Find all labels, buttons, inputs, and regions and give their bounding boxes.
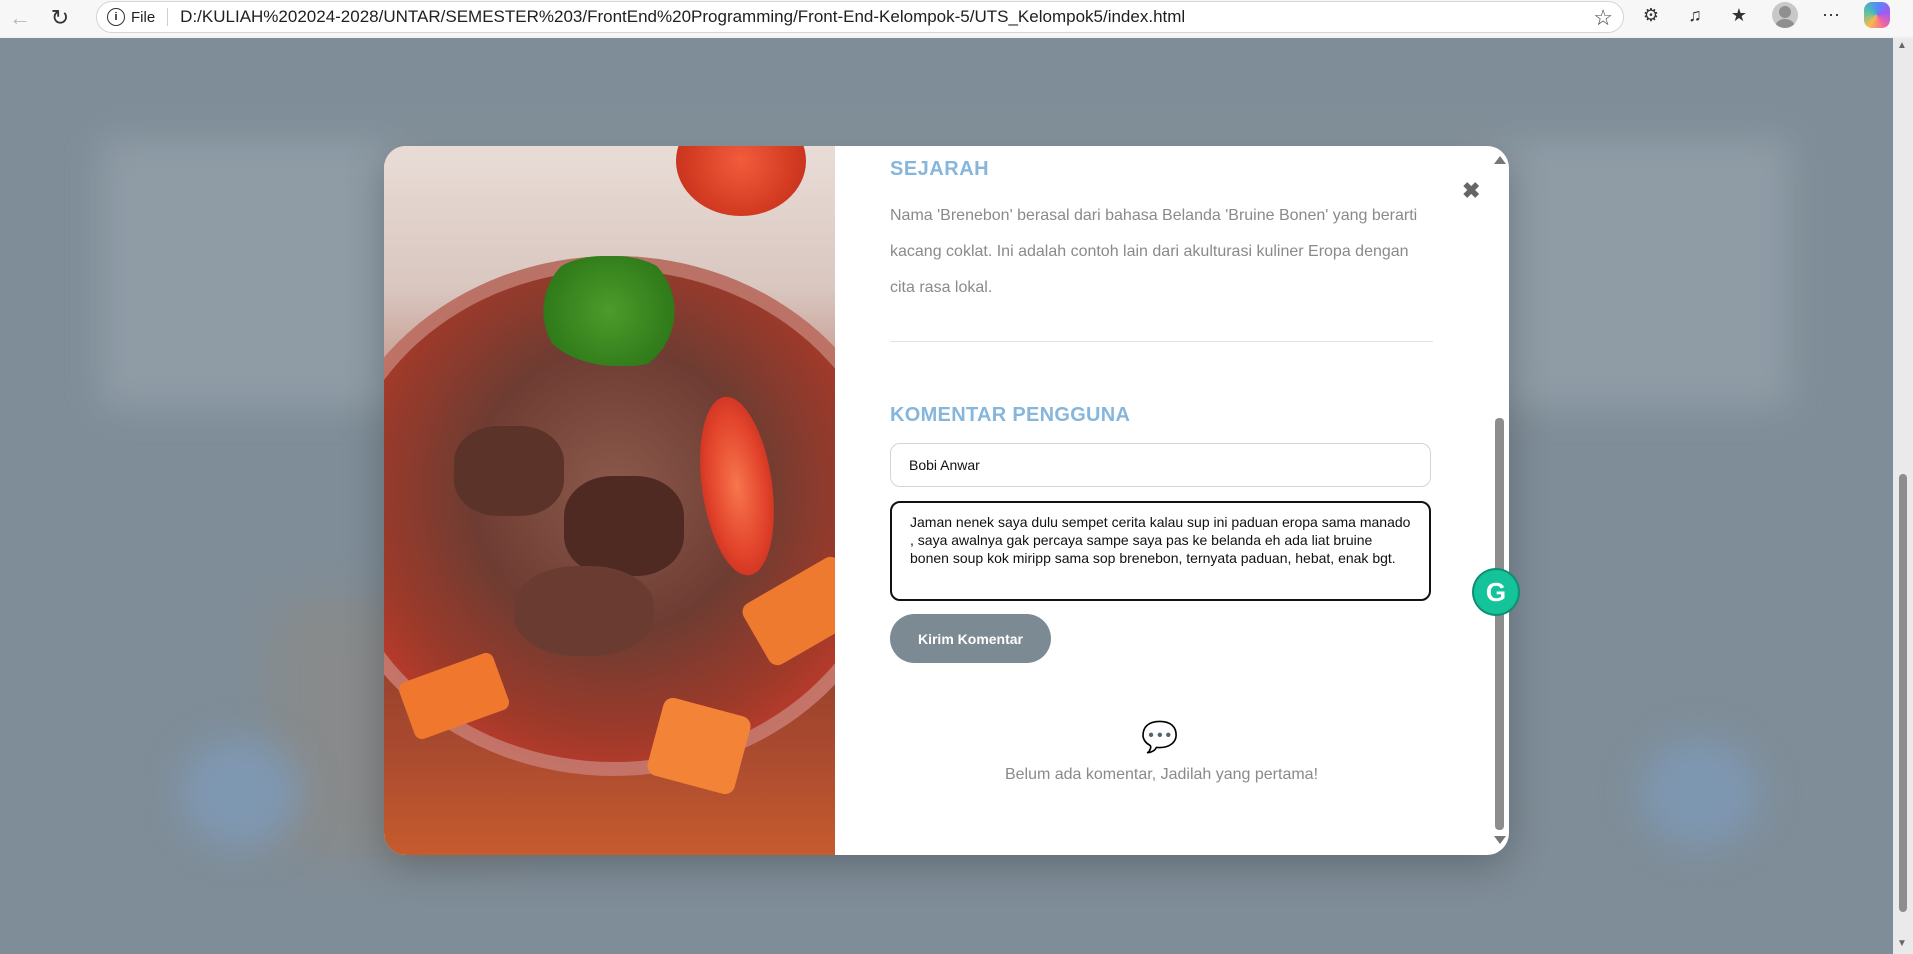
tomato-shape bbox=[676, 146, 806, 216]
scroll-down-icon[interactable] bbox=[1494, 836, 1506, 844]
favorites-icon[interactable]: ★ bbox=[1728, 4, 1750, 26]
close-icon[interactable]: ✖ bbox=[1462, 178, 1480, 204]
divider bbox=[167, 8, 169, 26]
modal-scroll-thumb[interactable] bbox=[1495, 418, 1504, 830]
modal-scrollbar[interactable] bbox=[1494, 156, 1506, 846]
no-comments-icon: 💬 bbox=[1141, 721, 1179, 754]
meat-shape bbox=[514, 566, 654, 656]
page-scroll-thumb[interactable] bbox=[1899, 474, 1907, 912]
toolbar-icons: ⚙ ♫ ★ ⋯ bbox=[1640, 0, 1890, 30]
scroll-up-icon[interactable] bbox=[1494, 156, 1506, 164]
scroll-up-icon[interactable]: ▲ bbox=[1897, 40, 1907, 51]
address-bar[interactable]: i File D:/KULIAH%202024-2028/UNTAR/SEMES… bbox=[96, 1, 1624, 33]
grammarly-icon[interactable]: G bbox=[1474, 570, 1518, 614]
comment-textarea[interactable]: Jaman nenek saya dulu sempet cerita kala… bbox=[890, 501, 1431, 601]
name-input[interactable] bbox=[890, 443, 1431, 487]
blurred-background-button bbox=[180, 738, 300, 848]
food-image bbox=[384, 146, 835, 855]
info-icon: i bbox=[107, 8, 125, 26]
komentar-heading: KOMENTAR PENGGUNA bbox=[890, 404, 1131, 426]
meat-shape bbox=[454, 426, 564, 516]
favorite-star-icon[interactable]: ☆ bbox=[1593, 5, 1613, 31]
meat-shape bbox=[564, 476, 684, 576]
sejarah-heading: SEJARAH bbox=[890, 158, 990, 180]
back-icon[interactable]: ← bbox=[0, 0, 40, 36]
media-icon[interactable]: ♫ bbox=[1684, 4, 1706, 26]
recipe-modal: SEJARAH Nama 'Brenebon' berasal dari bah… bbox=[384, 146, 1509, 855]
scroll-down-icon[interactable]: ▼ bbox=[1897, 938, 1907, 949]
extensions-icon[interactable]: ⚙ bbox=[1640, 4, 1662, 26]
sejarah-paragraph: Nama 'Brenebon' berasal dari bahasa Bela… bbox=[890, 207, 1418, 296]
site-info-chip[interactable]: i File bbox=[107, 8, 155, 26]
profile-avatar[interactable] bbox=[1772, 2, 1798, 28]
file-label: File bbox=[131, 8, 156, 26]
copilot-icon[interactable] bbox=[1864, 2, 1890, 28]
browser-toolbar: ← ↻ i File D:/KULIAH%202024-2028/UNTAR/S… bbox=[0, 0, 1913, 36]
more-menu-icon[interactable]: ⋯ bbox=[1820, 4, 1842, 26]
url-text[interactable]: D:/KULIAH%202024-2028/UNTAR/SEMESTER%203… bbox=[180, 7, 1185, 27]
empty-comments-text: Belum ada komentar, Jadilah yang pertama… bbox=[1004, 766, 1319, 783]
reload-icon[interactable]: ↻ bbox=[40, 0, 80, 36]
blurred-background-button bbox=[1640, 738, 1760, 848]
page-scrollbar[interactable]: ▲ ▼ bbox=[1893, 38, 1913, 954]
section-divider bbox=[890, 341, 1433, 342]
submit-comment-button[interactable]: Kirim Komentar bbox=[890, 614, 1051, 663]
